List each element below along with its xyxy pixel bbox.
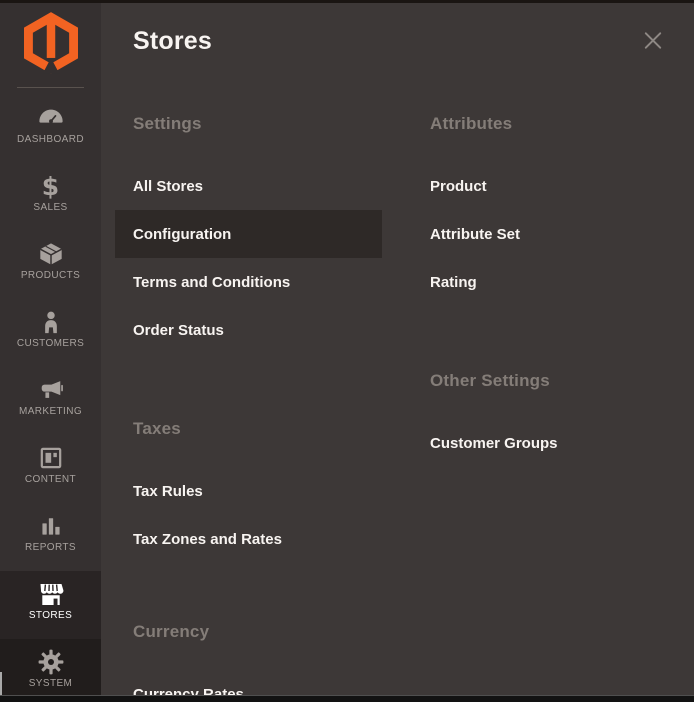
menu-item-tax-rules[interactable]: Tax Rules [115, 467, 382, 515]
sidebar-item-label: CONTENT [25, 474, 76, 485]
magento-logo-icon [24, 12, 78, 79]
section-heading: Currency [115, 620, 382, 644]
menu-item-rating[interactable]: Rating [412, 258, 679, 306]
bar-chart-icon [39, 511, 63, 541]
menu-item-label: Configuration [133, 226, 231, 243]
magento-admin-screen: DASHBOARD $ SALES PRODUCTS [0, 0, 694, 702]
sidebar-item-system[interactable]: SYSTEM [0, 639, 101, 702]
menu-section-currency: Currency Currency Rates [115, 620, 382, 702]
sidebar-item-label: SALES [33, 202, 67, 213]
menu-item-label: Order Status [133, 322, 224, 339]
sidebar-item-label: PRODUCTS [21, 270, 80, 281]
admin-sidebar: DASHBOARD $ SALES PRODUCTS [0, 3, 101, 702]
window-top-edge [0, 0, 694, 3]
sidebar-item-marketing[interactable]: MARKETING [0, 367, 101, 435]
section-heading: Other Settings [412, 369, 679, 393]
sidebar-item-label: STORES [29, 610, 72, 621]
menu-item-label: Tax Rules [133, 483, 203, 500]
menu-section-attributes: Attributes Product Attribute Set Rating [412, 112, 679, 306]
menu-item-label: Tax Zones and Rates [133, 531, 282, 548]
section-heading: Taxes [115, 417, 382, 441]
menu-item-label: Product [430, 178, 487, 195]
dollar-icon: $ [42, 171, 59, 201]
page-edge-sliver [0, 672, 2, 695]
cube-icon [38, 239, 64, 269]
menu-item-terms-and-conditions[interactable]: Terms and Conditions [115, 258, 382, 306]
sidebar-item-content[interactable]: CONTENT [0, 435, 101, 503]
menu-item-label: Attribute Set [430, 226, 520, 243]
menu-item-order-status[interactable]: Order Status [115, 306, 382, 354]
menu-section-taxes: Taxes Tax Rules Tax Zones and Rates [115, 417, 382, 563]
menu-item-tax-zones-and-rates[interactable]: Tax Zones and Rates [115, 515, 382, 563]
sidebar-item-label: MARKETING [19, 406, 82, 417]
person-icon [38, 307, 64, 337]
section-heading: Settings [115, 112, 382, 136]
sidebar-item-reports[interactable]: REPORTS [0, 503, 101, 571]
sidebar-item-customers[interactable]: CUSTOMERS [0, 299, 101, 367]
menu-item-attribute-set[interactable]: Attribute Set [412, 210, 679, 258]
sidebar-item-stores[interactable]: STORES [0, 571, 101, 639]
stores-flyout-menu: Stores Settings All Stores Configuration… [101, 3, 694, 702]
menu-item-label: Terms and Conditions [133, 274, 290, 291]
menu-item-configuration[interactable]: Configuration [115, 210, 382, 258]
dashboard-icon [38, 103, 64, 133]
sidebar-item-label: CUSTOMERS [17, 338, 84, 349]
menu-section-settings: Settings All Stores Configuration Terms … [115, 112, 382, 354]
sidebar-item-label: SYSTEM [29, 678, 73, 689]
menu-item-label: Customer Groups [430, 435, 558, 452]
menu-item-product[interactable]: Product [412, 162, 679, 210]
sidebar-item-sales[interactable]: $ SALES [0, 163, 101, 231]
menu-item-customer-groups[interactable]: Customer Groups [412, 419, 679, 467]
menu-section-other-settings: Other Settings Customer Groups [412, 369, 679, 467]
sidebar-item-products[interactable]: PRODUCTS [0, 231, 101, 299]
menu-item-label: Rating [430, 274, 477, 291]
sidebar-item-dashboard[interactable]: DASHBOARD [0, 95, 101, 163]
sidebar-nav: DASHBOARD $ SALES PRODUCTS [0, 95, 101, 702]
window-bottom-edge [0, 695, 694, 702]
flyout-title: Stores [133, 27, 212, 56]
megaphone-icon [38, 375, 64, 405]
sidebar-divider [17, 87, 84, 88]
magento-logo[interactable] [0, 3, 101, 87]
page-layout-icon [39, 443, 63, 473]
section-heading: Attributes [412, 112, 679, 136]
sidebar-item-label: DASHBOARD [17, 134, 84, 145]
gear-icon [37, 647, 65, 677]
menu-item-all-stores[interactable]: All Stores [115, 162, 382, 210]
close-icon[interactable] [638, 25, 668, 55]
menu-item-label: All Stores [133, 178, 203, 195]
sidebar-item-label: REPORTS [25, 542, 76, 553]
storefront-icon [37, 579, 65, 609]
